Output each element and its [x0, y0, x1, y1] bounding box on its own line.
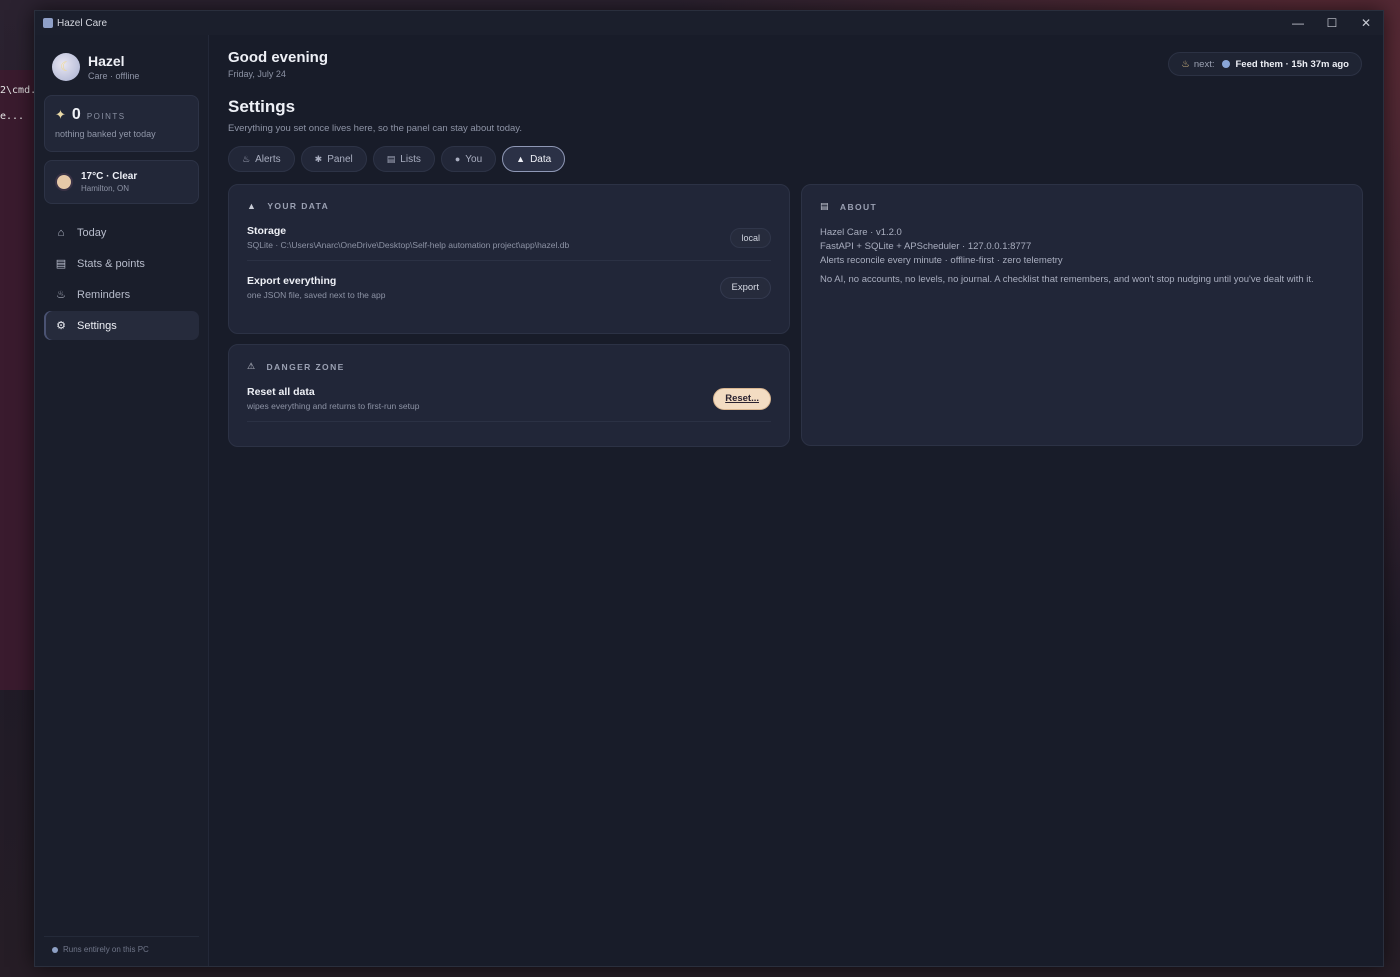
background-terminal-window[interactable]: 2\cmd. e...	[0, 70, 34, 690]
sparkle-icon: ✦	[55, 107, 66, 122]
moon-icon: ☾	[60, 59, 72, 74]
maximize-button[interactable]: ☐	[1315, 11, 1349, 35]
points-card: ✦ 0 POINTS nothing banked yet today	[44, 95, 199, 152]
sidebar-item-today[interactable]: ⌂ Today	[44, 218, 199, 247]
warning-icon: ⚠	[247, 361, 257, 371]
weather-location: Hamilton, ON	[81, 184, 130, 193]
about-stack: FastAPI + SQLite + APScheduler · 127.0.0…	[820, 241, 1032, 252]
reset-button[interactable]: Reset...	[713, 387, 771, 410]
page-title: Settings	[228, 97, 296, 116]
your-data-panel: ▲ YOUR DATA Storage SQLite · C:\Users\An…	[228, 184, 790, 334]
reminder-dot-icon	[1222, 60, 1231, 68]
tab-label: You	[465, 153, 483, 165]
tab-label: Lists	[400, 153, 421, 165]
tab-label: Alerts	[255, 153, 281, 165]
gear-icon: ⚙	[56, 320, 66, 332]
user-icon: ●	[454, 154, 461, 164]
bell-icon: ♨	[1181, 58, 1190, 70]
sidebar-item-label: Stats & points	[77, 257, 145, 270]
asterisk-icon: ✱	[314, 153, 323, 164]
minimize-button[interactable]: —	[1281, 11, 1315, 35]
sidebar-footer: Runs entirely on this PC	[44, 936, 199, 954]
sidebar-item-label: Settings	[77, 319, 117, 332]
avatar: ☾	[52, 53, 80, 81]
about-version: Hazel Care · v1.2.0	[820, 227, 902, 238]
tab-label: Data	[530, 153, 552, 165]
sidebar-item-label: Today	[77, 226, 107, 239]
tab-data[interactable]: ▲ Data	[502, 146, 566, 172]
sidebar: ☾ Hazel Care · offline ✦ 0 POINTS nothin…	[35, 35, 209, 966]
panel-heading: ABOUT	[839, 201, 878, 212]
list-icon: ▤	[386, 153, 396, 164]
tab-alerts[interactable]: ♨ Alerts	[228, 146, 295, 172]
reset-title: Reset all data	[247, 386, 315, 398]
terminal-line: e...	[0, 111, 25, 122]
storage-path: SQLite · C:\Users\Anarc\OneDrive\Desktop…	[247, 240, 570, 250]
status-dot-icon	[52, 946, 58, 953]
next-label: next:	[1193, 58, 1215, 70]
about-alerts: Alerts reconcile every minute · offline-…	[820, 255, 1063, 266]
house-icon: ⌂	[57, 226, 65, 239]
sidebar-nav: ⌂ Today ▤ Stats & points ♨ Reminders ⚙ S…	[44, 218, 199, 340]
sidebar-item-settings[interactable]: ⚙ Settings	[44, 311, 199, 340]
settings-tabs: ♨ Alerts ✱ Panel ▤ Lists ● You ▲ Data	[228, 146, 1363, 172]
tab-label: Panel	[327, 153, 353, 165]
points-value: 0	[71, 106, 81, 123]
danger-zone-panel: ⚠ DANGER ZONE Reset all data wipes every…	[228, 344, 790, 447]
export-row: Export everything one JSON file, saved n…	[247, 261, 771, 310]
panel-heading: DANGER ZONE	[266, 361, 345, 372]
next-reminder-pill[interactable]: ♨ next: Feed them · 15h 37m ago	[1168, 52, 1362, 76]
close-button[interactable]: ✕	[1349, 11, 1383, 35]
page-subtitle: Everything you set once lives here, so t…	[228, 123, 522, 134]
sun-icon	[57, 175, 71, 189]
points-label: POINTS	[86, 112, 126, 121]
sidebar-item-reminders[interactable]: ♨ Reminders	[44, 280, 199, 309]
window-controls: — ☐ ✕	[1281, 11, 1383, 35]
about-note: No AI, no accounts, no levels, no journa…	[820, 274, 1314, 285]
app-window: Hazel Care — ☐ ✕ ☾ Hazel Care · offline …	[34, 10, 1384, 967]
title-bar[interactable]: Hazel Care — ☐ ✕	[35, 11, 1383, 35]
footer-text: Runs entirely on this PC	[63, 945, 149, 954]
terminal-line: 2\cmd.	[0, 85, 34, 96]
reset-subtitle: wipes everything and returns to first-ru…	[247, 401, 420, 411]
lock-icon: ▲	[247, 201, 258, 211]
tab-panel[interactable]: ✱ Panel	[300, 146, 367, 172]
export-subtitle: one JSON file, saved next to the app	[247, 290, 386, 300]
export-title: Export everything	[247, 275, 337, 287]
window-title: Hazel Care	[57, 17, 108, 29]
chart-icon: ▤	[55, 258, 67, 270]
lock-icon: ▲	[516, 154, 526, 164]
tab-lists[interactable]: ▤ Lists	[372, 146, 435, 172]
profile-name: Hazel	[88, 53, 125, 69]
profile-status: Care · offline	[88, 71, 140, 81]
points-subtitle: nothing banked yet today	[55, 129, 156, 139]
weather-summary: 17°C · Clear	[81, 171, 138, 182]
main-content: Good evening Friday, July 24 ♨ next: Fee…	[209, 35, 1383, 966]
export-button[interactable]: Export	[719, 276, 771, 299]
profile: ☾ Hazel Care · offline	[44, 51, 199, 83]
next-value: Feed them · 15h 37m ago	[1235, 58, 1349, 70]
storage-title: Storage	[247, 225, 287, 237]
bell-icon: ♨	[242, 153, 251, 164]
sidebar-item-stats[interactable]: ▤ Stats & points	[44, 249, 199, 278]
storage-row: Storage SQLite · C:\Users\Anarc\OneDrive…	[247, 211, 771, 261]
about-panel: ▤ ABOUT Hazel Care · v1.2.0 FastAPI + SQ…	[801, 184, 1363, 446]
reset-row: Reset all data wipes everything and retu…	[247, 372, 771, 422]
sidebar-item-label: Reminders	[77, 288, 131, 301]
info-icon: ▤	[820, 201, 830, 211]
tab-you[interactable]: ● You	[440, 146, 497, 172]
panel-heading: YOUR DATA	[267, 201, 330, 211]
bell-icon: ♨	[56, 289, 66, 301]
storage-badge: local	[730, 227, 771, 248]
weather-card: 17°C · Clear Hamilton, ON	[44, 160, 199, 204]
app-icon	[43, 18, 53, 28]
